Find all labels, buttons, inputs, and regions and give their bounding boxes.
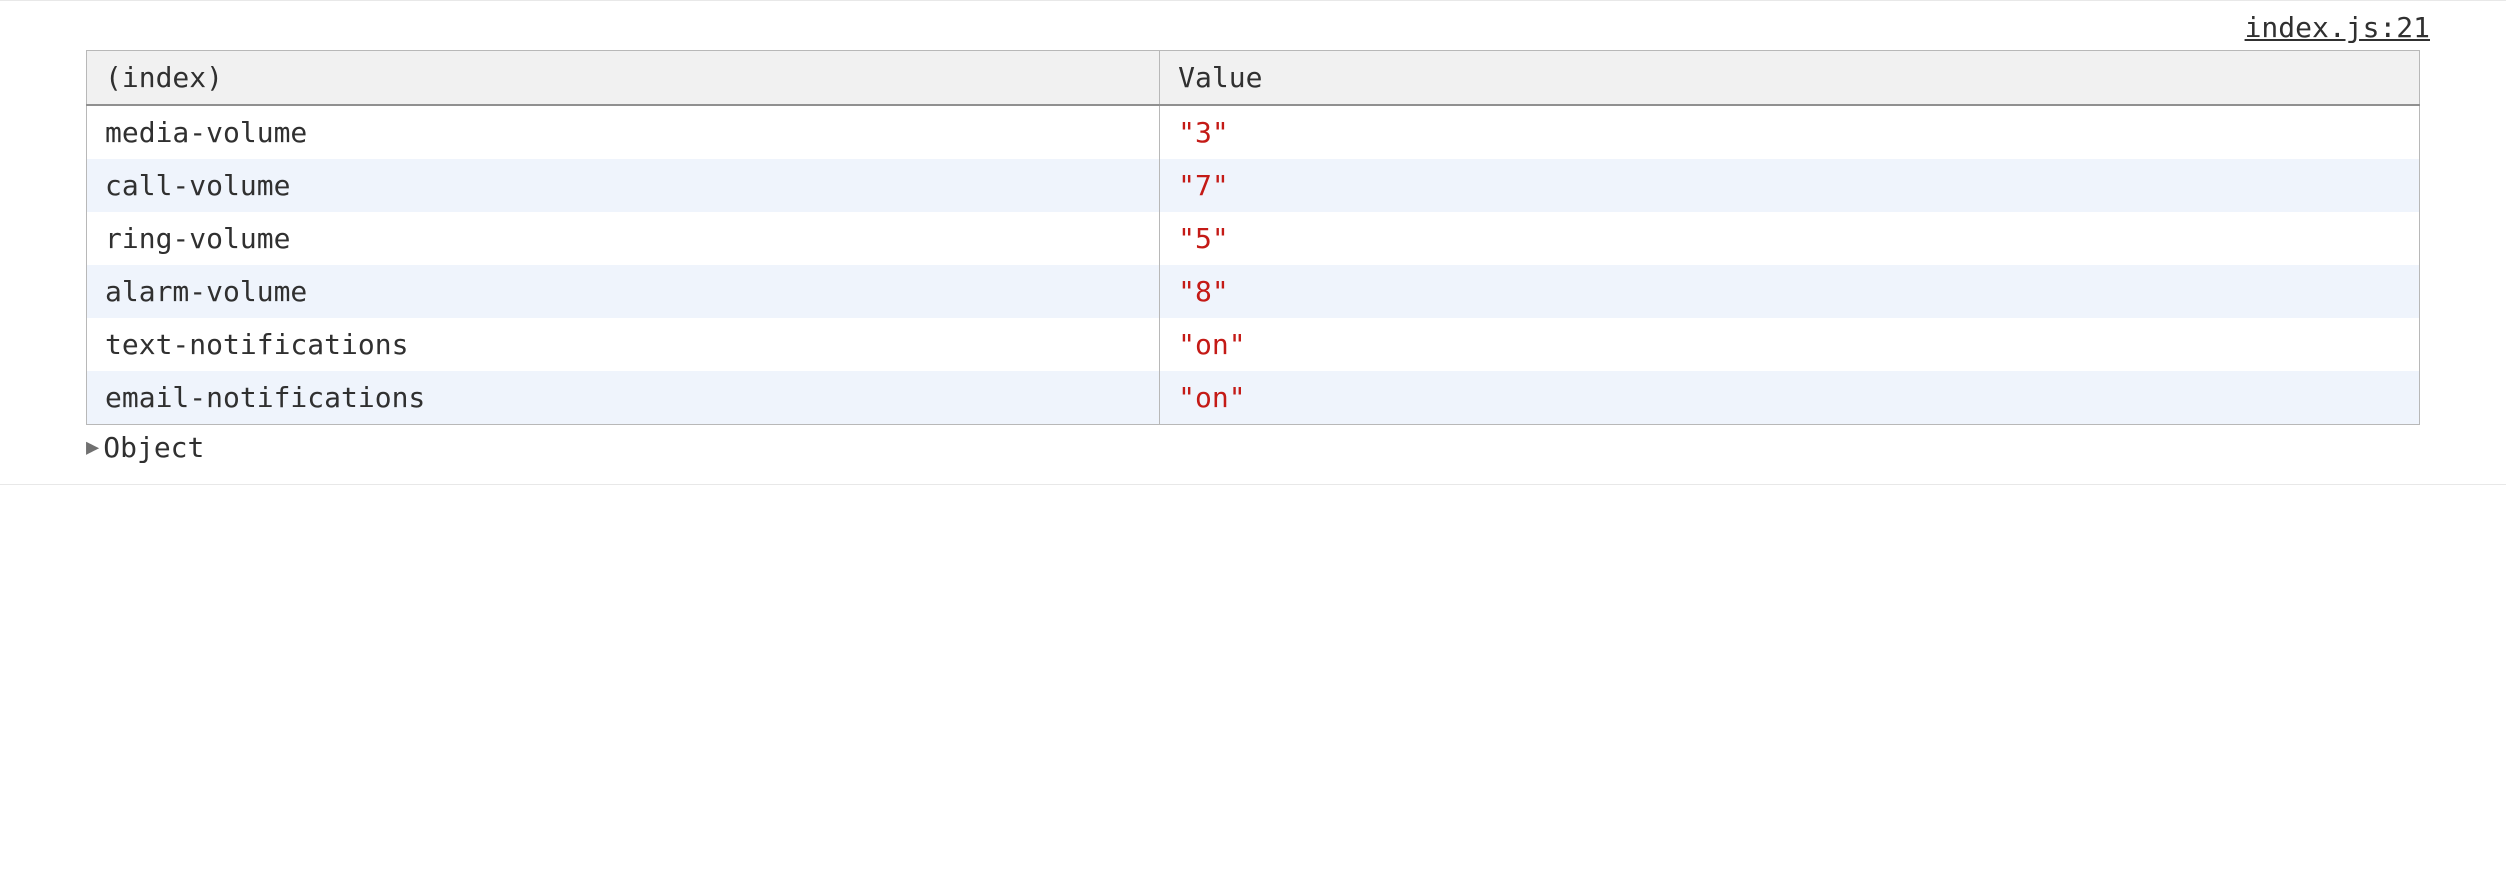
table-cell-key[interactable]: call-volume — [87, 159, 1160, 212]
table-cell-value[interactable]: "8" — [1160, 265, 2420, 318]
table-cell-key[interactable]: media-volume — [87, 105, 1160, 159]
table-cell-value[interactable]: "7" — [1160, 159, 2420, 212]
table-row: alarm-volume "8" — [87, 265, 2420, 318]
table-cell-value[interactable]: "on" — [1160, 318, 2420, 371]
expand-triangle-icon: ▶ — [86, 435, 99, 460]
table-row: text-notifications "on" — [87, 318, 2420, 371]
table-cell-key[interactable]: text-notifications — [87, 318, 1160, 371]
table-header-row: (index) Value — [87, 51, 2420, 106]
source-link-row: index.js:21 — [16, 11, 2490, 50]
console-table: (index) Value media-volume "3" call-volu… — [86, 50, 2420, 425]
table-row: media-volume "3" — [87, 105, 2420, 159]
table-row: ring-volume "5" — [87, 212, 2420, 265]
table-cell-key[interactable]: email-notifications — [87, 371, 1160, 425]
table-row: call-volume "7" — [87, 159, 2420, 212]
console-log-entry: index.js:21 (index) Value media-volume "… — [0, 0, 2506, 485]
table-cell-key[interactable]: alarm-volume — [87, 265, 1160, 318]
table-row: email-notifications "on" — [87, 371, 2420, 425]
table-header-index[interactable]: (index) — [87, 51, 1160, 106]
object-expand-toggle[interactable]: ▶ Object — [86, 431, 2490, 464]
source-file-link[interactable]: index.js:21 — [2245, 11, 2430, 44]
table-cell-value[interactable]: "3" — [1160, 105, 2420, 159]
object-label: Object — [103, 431, 204, 464]
table-cell-value[interactable]: "on" — [1160, 371, 2420, 425]
table-cell-key[interactable]: ring-volume — [87, 212, 1160, 265]
table-header-value[interactable]: Value — [1160, 51, 2420, 106]
table-cell-value[interactable]: "5" — [1160, 212, 2420, 265]
